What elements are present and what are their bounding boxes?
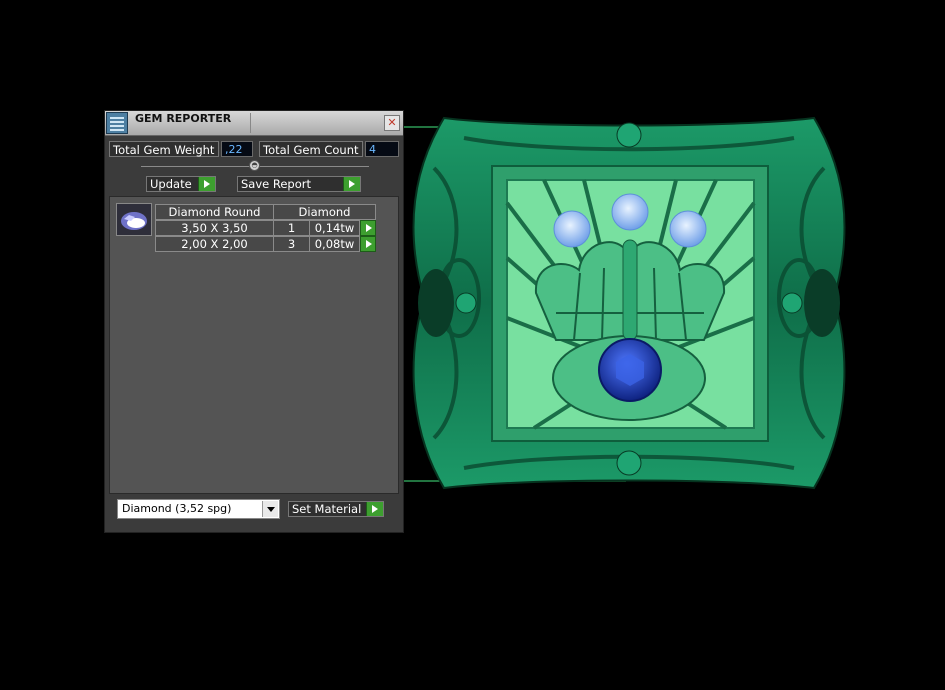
material-dropdown[interactable]: Diamond (3,52 spg) [117, 499, 280, 519]
row2-weight: 0,08tw [309, 236, 360, 252]
update-button[interactable]: Update [146, 176, 216, 192]
chevron-down-icon[interactable] [262, 501, 278, 517]
total-gem-count-label: Total Gem Count [259, 141, 363, 157]
diamond-gem-icon [669, 210, 707, 248]
save-report-button[interactable]: Save Report [237, 176, 361, 192]
row2-select-arrow-icon[interactable] [360, 236, 376, 252]
save-report-button-label: Save Report [241, 177, 312, 191]
diamond-gem-icon[interactable] [116, 203, 152, 236]
title-divider [250, 113, 251, 133]
splitter-handle[interactable]: ◓ [249, 160, 260, 171]
diamond-gem-icon [553, 210, 591, 248]
set-material-button[interactable]: Set Material [288, 501, 384, 517]
title-bar[interactable]: GEM REPORTER ✕ [105, 111, 403, 136]
row1-weight: 0,14tw [309, 220, 360, 236]
row1-size: 3,50 X 3,50 [155, 220, 274, 236]
gem-reporter-app-icon [106, 112, 128, 134]
row2-count: 3 [273, 236, 310, 252]
close-icon[interactable]: ✕ [384, 115, 400, 131]
row1-select-arrow-icon[interactable] [360, 220, 376, 236]
ring-render-viewport[interactable] [404, 108, 854, 498]
set-material-button-label: Set Material [292, 502, 362, 516]
total-gem-weight-label: Total Gem Weight [109, 141, 219, 157]
play-arrow-icon [366, 502, 383, 516]
row2-size: 2,00 X 2,00 [155, 236, 274, 252]
table-header-material: Diamond [273, 204, 376, 220]
total-gem-count-value: 4 [365, 141, 399, 157]
material-dropdown-value: Diamond (3,52 spg) [122, 502, 232, 515]
twisted-post [622, 239, 638, 341]
gem-list: Diamond Round Diamond 3,50 X 3,50 1 0,14… [109, 196, 399, 494]
play-arrow-icon [343, 177, 360, 191]
row1-count: 1 [273, 220, 310, 236]
gem-reporter-panel: GEM REPORTER ✕ Total Gem Weight ,22 Tota… [104, 110, 404, 533]
total-gem-weight-value: ,22 [221, 141, 253, 157]
play-arrow-icon [198, 177, 215, 191]
table-header-shape: Diamond Round [155, 204, 274, 220]
diamond-gem-icon [611, 193, 649, 231]
update-button-label: Update [150, 177, 192, 191]
window-title: GEM REPORTER [135, 112, 232, 125]
